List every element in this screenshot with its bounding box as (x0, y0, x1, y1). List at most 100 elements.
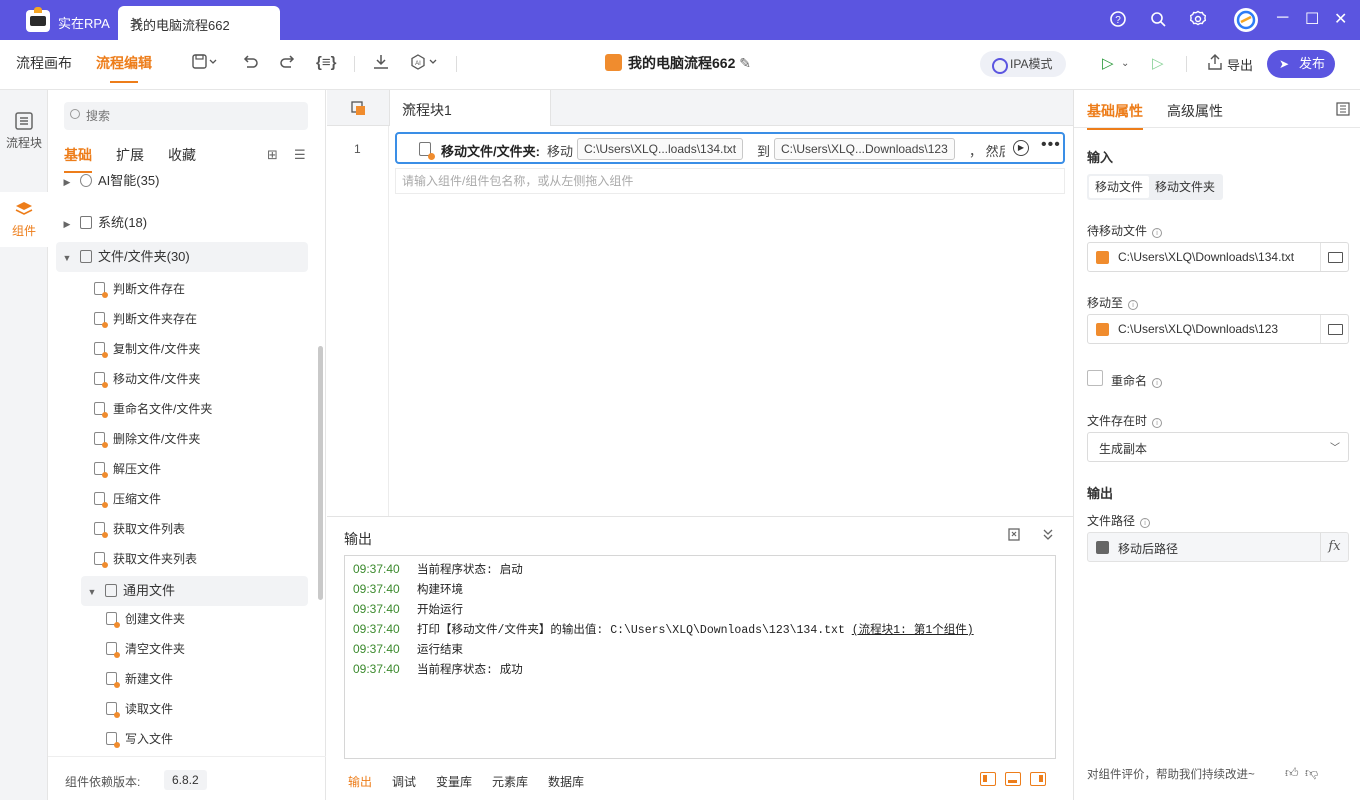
step-target-param[interactable]: C:\Users\XLQ...Downloads\123 (774, 138, 955, 160)
code-icon[interactable]: {≡} (316, 54, 336, 71)
close-window-icon[interactable]: ✕ (1334, 9, 1347, 29)
log-source-link[interactable]: (流程块1: 第1个组件) (852, 624, 974, 637)
clear-log-icon[interactable] (1007, 527, 1021, 544)
tab-advanced-properties[interactable]: 高级属性 (1167, 101, 1223, 121)
folder-icon[interactable] (1320, 243, 1348, 271)
chevron-down-icon[interactable]: ⌄ (1121, 58, 1129, 69)
close-icon[interactable]: ✕ (402, 99, 536, 116)
category-files[interactable]: ▼ 文件/文件夹(30) (56, 242, 308, 272)
tab-basic-properties[interactable]: 基础属性 (1087, 101, 1143, 130)
folder-check-icon (94, 312, 108, 328)
log-line: 09:37:40 当前程序状态: 成功 (353, 659, 523, 679)
layout-right-icon[interactable] (1030, 772, 1046, 786)
nav-flow-canvas[interactable]: 流程画布 (16, 53, 72, 73)
move-file-icon (419, 142, 435, 160)
step-source-param[interactable]: C:\Users\XLQ...loads\134.txt (577, 138, 744, 160)
list-item[interactable]: 创建文件夹 (106, 604, 185, 634)
add-component-hint[interactable]: 请输入组件/组件包名称，或从左侧拖入组件 (395, 168, 1065, 194)
undo-icon[interactable] (242, 54, 258, 74)
list-item[interactable]: 删除文件/文件夹 (94, 424, 200, 454)
export-button[interactable]: 导出 (1227, 55, 1253, 74)
play-icon[interactable]: ▶ (1013, 140, 1029, 156)
list-item[interactable]: 判断文件存在 (94, 274, 185, 304)
list-item[interactable]: 复制文件/文件夹 (94, 334, 200, 364)
close-tab-icon[interactable]: ✕ (130, 13, 266, 33)
grid-view-icon[interactable]: ⊞ (267, 147, 278, 163)
edit-pencil-icon[interactable]: ✎ (739, 55, 751, 71)
more-icon[interactable]: ••• (1041, 136, 1061, 154)
redo-icon[interactable] (280, 54, 296, 74)
panel-toggle-icon[interactable] (1336, 102, 1350, 119)
list-item-label: 解压文件 (113, 462, 162, 476)
tab-database[interactable]: 数据库 (548, 773, 584, 790)
info-icon[interactable]: i (1152, 378, 1163, 388)
info-icon[interactable]: i (1140, 518, 1151, 528)
thumbs-down-icon[interactable]: 👎︎ (1305, 765, 1318, 781)
export-icon[interactable] (1207, 54, 1223, 74)
nav-flow-edit[interactable]: 流程编辑 (96, 53, 152, 83)
scrollbar[interactable] (318, 346, 323, 600)
exists-select[interactable]: 生成副本 ﹀ (1087, 432, 1349, 462)
list-item[interactable]: 新建文件 (106, 664, 173, 694)
tab-favorites[interactable]: 收藏 (168, 145, 196, 165)
list-item[interactable]: 移动文件/文件夹 (94, 364, 200, 394)
list-item[interactable]: 获取文件夹列表 (94, 544, 197, 574)
document-tab[interactable]: 我的电脑流程662 ✕ (118, 6, 280, 40)
ipa-mode-button[interactable]: IPA模式 (980, 51, 1066, 77)
info-icon[interactable]: i (1128, 300, 1139, 310)
tab-extend[interactable]: 扩展 (116, 145, 144, 165)
output-path-field[interactable]: 移动后路径 fx (1087, 532, 1349, 562)
svg-text:AI: AI (415, 61, 421, 67)
list-item[interactable]: 写入文件 (106, 724, 173, 754)
function-icon[interactable]: fx (1320, 533, 1348, 561)
list-item[interactable]: 读取文件 (106, 694, 173, 724)
collapse-icon[interactable] (1041, 527, 1055, 544)
ai-icon[interactable]: AI (410, 54, 440, 74)
tab-debug[interactable]: 调试 (392, 773, 416, 790)
list-item[interactable]: 重命名文件/文件夹 (94, 394, 212, 424)
search-icon[interactable] (1148, 10, 1168, 30)
folder-icon[interactable] (1320, 315, 1348, 343)
avatar[interactable] (1234, 8, 1258, 32)
list-item[interactable]: 获取文件列表 (94, 514, 185, 544)
log-line: 09:37:40 打印【移动文件/文件夹】的输出值: C:\Users\XLQ\D… (353, 619, 974, 639)
nav-components[interactable]: 组件 (0, 192, 48, 247)
category-system[interactable]: ▶ 系统(18) (56, 208, 308, 238)
source-file-field[interactable]: C:\Users\XLQ\Downloads\134.txt (1087, 242, 1349, 272)
category-ai[interactable]: ▶ AI智能(35) (56, 174, 308, 192)
list-item[interactable]: 判断文件夹存在 (94, 304, 197, 334)
info-icon[interactable]: i (1152, 418, 1163, 428)
list-item[interactable]: 清空文件夹 (106, 634, 185, 664)
maximize-icon[interactable]: ☐ (1305, 9, 1319, 29)
nav-flow-block[interactable]: 流程块 (0, 112, 48, 151)
segment-move-folder[interactable]: 移动文件夹 (1149, 176, 1221, 198)
save-icon[interactable] (192, 54, 218, 74)
publish-button[interactable]: 发布 (1267, 50, 1335, 78)
tab-basic[interactable]: 基础 (64, 145, 92, 173)
thumbs-up-icon[interactable]: 👍︎ (1285, 765, 1299, 781)
download-icon[interactable] (372, 54, 390, 74)
minimize-icon[interactable]: ─ (1277, 9, 1288, 27)
list-item[interactable]: 压缩文件 (94, 484, 161, 514)
category-general-file[interactable]: ▼ 通用文件 (81, 576, 308, 606)
layout-left-icon[interactable] (980, 772, 996, 786)
tab-elements[interactable]: 元素库 (492, 773, 528, 790)
tab-output[interactable]: 输出 (348, 773, 372, 790)
tab-flow-block[interactable]: 流程块1 ✕ (389, 90, 551, 126)
layout-bottom-icon[interactable] (1005, 772, 1021, 786)
search-input[interactable] (64, 102, 308, 130)
segment-move-file[interactable]: 移动文件 (1089, 176, 1150, 198)
step-move-file[interactable]: 移动文件/文件夹: 移动 C:\Users\XLQ...loads\134.tx… (395, 132, 1065, 164)
run-step-icon[interactable]: ▷ (1152, 54, 1164, 72)
list-item[interactable]: 解压文件 (94, 454, 161, 484)
destination-field[interactable]: C:\Users\XLQ\Downloads\123 (1087, 314, 1349, 344)
info-icon[interactable]: i (1152, 228, 1163, 238)
rename-checkbox[interactable] (1087, 370, 1103, 386)
run-icon[interactable]: ▷ (1102, 54, 1114, 72)
help-icon[interactable]: ? (1108, 10, 1128, 30)
flow-block-icon[interactable] (351, 101, 366, 119)
log-message: 当前程序状态: 成功 (417, 664, 523, 677)
tab-variables[interactable]: 变量库 (436, 773, 472, 790)
collapse-all-icon[interactable]: ☰ (294, 147, 306, 163)
gear-icon[interactable] (1188, 10, 1208, 30)
